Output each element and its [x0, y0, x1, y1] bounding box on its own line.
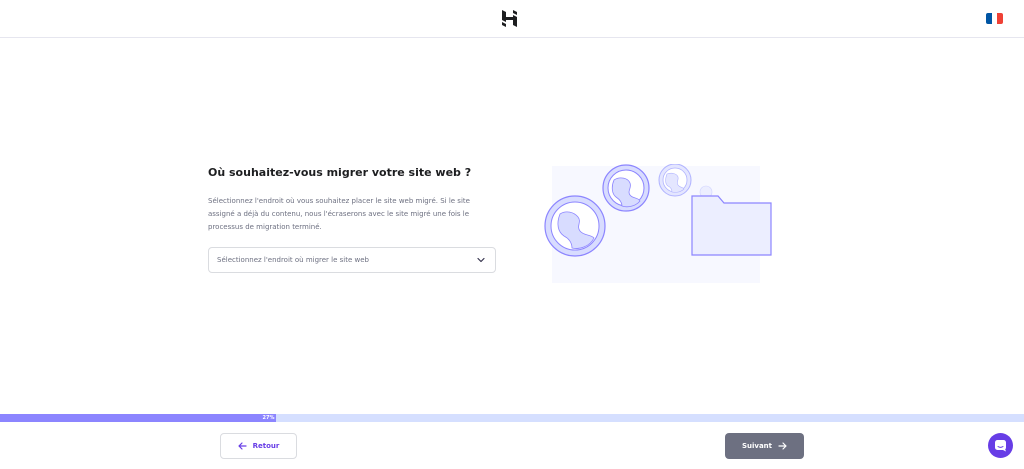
globe-icon: [658, 164, 692, 197]
chevron-down-icon: [477, 257, 485, 263]
footer: Retour Suivant: [0, 422, 1024, 469]
destination-select[interactable]: Sélectionnez l'endroit où migrer le site…: [208, 247, 496, 273]
chat-icon[interactable]: [988, 433, 1013, 458]
back-button[interactable]: Retour: [220, 433, 297, 459]
globe-icon: [544, 195, 606, 257]
folder-icon: [691, 195, 772, 256]
progress-label: 27%: [262, 415, 275, 421]
back-button-label: Retour: [252, 442, 280, 450]
arrow-left-icon: [238, 442, 247, 450]
france-flag-icon[interactable]: [986, 13, 1003, 24]
next-button-label: Suivant: [741, 442, 773, 450]
hostinger-logo-icon[interactable]: [502, 10, 517, 27]
page-title: Où souhaitez-vous migrer votre site web …: [208, 166, 472, 179]
arrow-right-icon: [778, 442, 787, 450]
migration-form: Où souhaitez-vous migrer votre site web …: [208, 166, 498, 273]
top-bar: [0, 0, 1024, 38]
page-description: Sélectionnez l'endroit où vous souhaitez…: [208, 197, 470, 231]
next-button[interactable]: Suivant: [725, 433, 804, 459]
chat-bubble-icon: [995, 440, 1006, 452]
destination-select-placeholder: Sélectionnez l'endroit où migrer le site…: [217, 256, 369, 264]
globe-icon: [602, 164, 650, 212]
migration-illustration: [544, 164, 772, 283]
progress-bar: 27%: [0, 414, 1024, 422]
